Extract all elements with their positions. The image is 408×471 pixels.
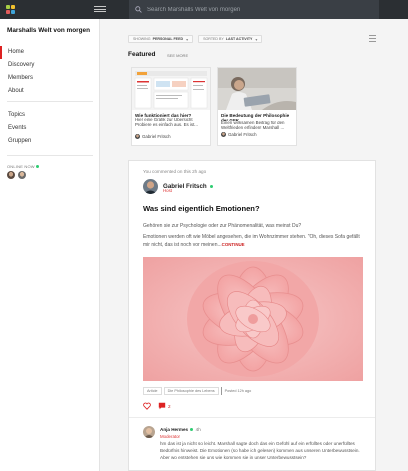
site-title[interactable]: Marshalls Welt von morgen <box>7 27 90 34</box>
featured-card-author: Gabriel Fritsch <box>132 133 210 140</box>
featured-card[interactable]: Die Bedeutung der Philosophie der GFK Ei… <box>217 67 297 146</box>
avatar <box>135 134 140 139</box>
sidebar-item-about[interactable]: About <box>0 85 100 98</box>
comment-author-role: Moderator <box>160 434 181 439</box>
post-image[interactable] <box>143 257 363 381</box>
featured-card-image <box>132 68 210 110</box>
avatar[interactable] <box>18 171 26 179</box>
comment-text: hm das ist ja nicht so leicht. Marshall … <box>160 441 360 460</box>
featured-heading: Featured <box>128 51 156 58</box>
online-now-label: ONLINE NOW <box>7 164 39 169</box>
author-role: Host <box>163 188 173 193</box>
primary-nav: Home Discovery Members About <box>0 46 100 98</box>
comment-button[interactable]: 2 <box>158 402 171 410</box>
post-activity-note: You commented on this 2h ago <box>143 169 207 174</box>
post-text: Gehören sie zur Psychologie oder zur Phä… <box>143 223 302 229</box>
sidebar: Marshalls Welt von morgen Home Discovery… <box>0 19 100 471</box>
avatar <box>221 132 226 137</box>
featured-card-title: Wie funktioniert das hier? <box>135 113 192 118</box>
feed-post: You commented on this 2h ago Gabriel Fri… <box>128 160 376 471</box>
post-tags: Article Die Philosophie des Lebens Poste… <box>143 387 251 395</box>
comment-author[interactable]: Anja Hermes 4h <box>160 427 201 432</box>
chevron-down-icon: ▾ <box>186 36 189 42</box>
separator <box>220 387 222 395</box>
featured-card-text: Einen wirksamen Beitrag für den Weltfrie… <box>221 121 285 130</box>
featured-card-title: Die Bedeutung der Philosophie der GFK <box>221 113 290 121</box>
sidebar-item-events[interactable]: Events <box>0 122 100 135</box>
logo-icon <box>5 5 15 14</box>
avatar[interactable] <box>143 426 155 438</box>
list-view-icon[interactable] <box>369 35 376 42</box>
online-status-icon <box>35 165 39 169</box>
feed-filters: SHOWING PERSONAL FEED ▾ SORTED BY LAST AC… <box>128 35 263 43</box>
sidebar-item-gruppen[interactable]: Gruppen <box>0 135 100 148</box>
sidebar-item-topics[interactable]: Topics <box>0 109 100 122</box>
avatar[interactable] <box>7 171 15 179</box>
app-logo[interactable] <box>1 0 19 19</box>
post-actions: 2 <box>143 402 171 410</box>
comment-icon <box>158 402 166 410</box>
sidebar-divider <box>7 101 93 102</box>
online-status-icon <box>190 428 194 432</box>
sidebar-item-discovery[interactable]: Discovery <box>0 59 100 72</box>
featured-card-author: Gabriel Fritsch <box>218 131 296 138</box>
sidebar-divider <box>7 155 93 156</box>
search-icon <box>135 6 142 13</box>
heart-icon[interactable] <box>143 402 151 410</box>
see-more-link[interactable]: SEE MORE <box>167 53 188 58</box>
top-bar <box>0 0 408 19</box>
posted-time: Posted 12h ago <box>224 389 252 393</box>
search-bar[interactable] <box>129 0 379 19</box>
divider <box>129 417 375 418</box>
avatar[interactable] <box>143 179 158 194</box>
feed-filter-dropdown[interactable]: SHOWING PERSONAL FEED ▾ <box>128 35 194 43</box>
sort-dropdown[interactable]: SORTED BY LAST ACTIVITY ▾ <box>198 35 263 43</box>
post-title[interactable]: Was sind eigentlich Emotionen? <box>143 204 260 213</box>
sidebar-item-home[interactable]: Home <box>0 46 100 59</box>
featured-card-image <box>218 68 296 110</box>
post-text: Emotionen werden oft wie Möbel angesehen… <box>143 234 360 248</box>
online-members <box>7 171 26 179</box>
tag-article[interactable]: Article <box>143 387 162 395</box>
hamburger-icon[interactable] <box>94 4 106 14</box>
chevron-down-icon: ▾ <box>255 36 258 42</box>
featured-card-text: Hier eine Grafik zur Übersicht Probiere … <box>135 118 198 127</box>
secondary-nav: Topics Events Gruppen <box>0 109 100 148</box>
comment-count: 2 <box>168 403 171 409</box>
continue-link[interactable]: CONTINUE <box>222 242 245 247</box>
featured-card[interactable]: Wie funktioniert das hier? Hier eine Gra… <box>131 67 211 146</box>
sidebar-item-members[interactable]: Members <box>0 72 100 85</box>
comment-time: 4h <box>195 427 201 432</box>
post-author[interactable]: Gabriel Fritsch Host <box>143 179 213 194</box>
tag-topic[interactable]: Die Philosophie des Lebens <box>163 387 219 395</box>
online-status-icon <box>209 185 213 188</box>
search-input[interactable] <box>147 6 367 13</box>
